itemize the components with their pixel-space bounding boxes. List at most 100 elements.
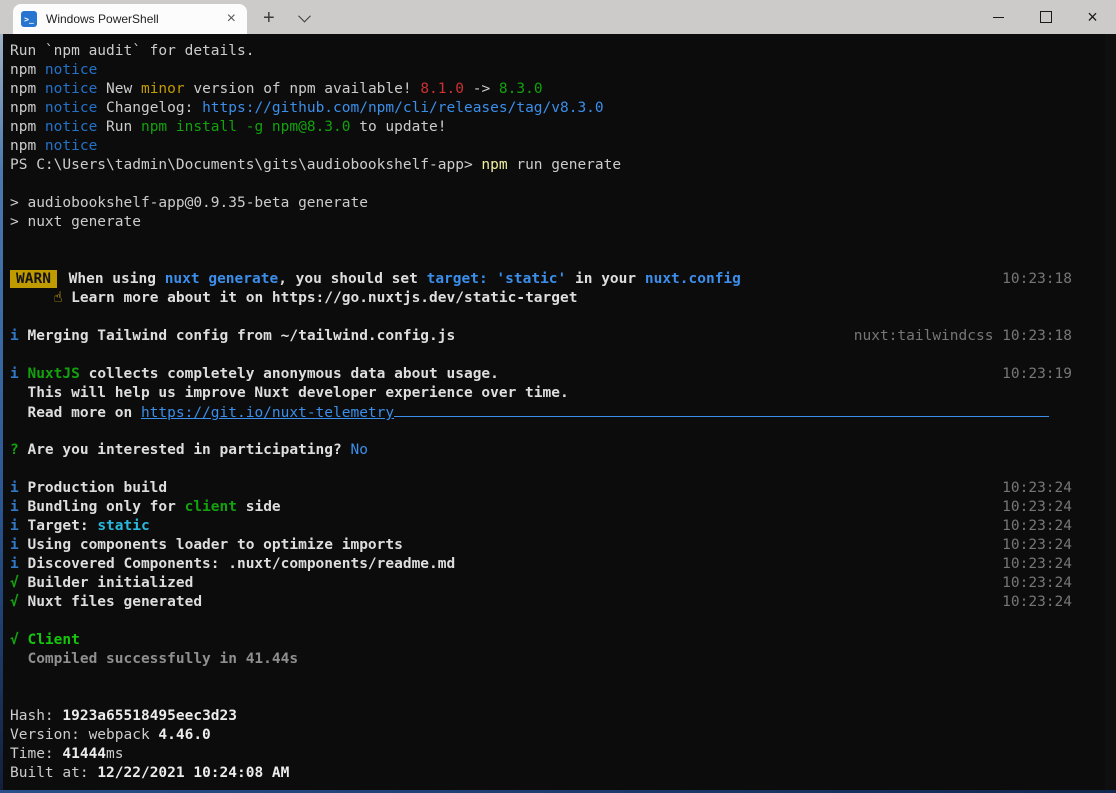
terminal-line [10, 612, 1116, 631]
terminal-line: Read more on https://git.io/nuxt-telemet… [10, 403, 1116, 422]
terminal-line: npm notice Run npm install -g npm@8.3.0 … [10, 118, 1116, 137]
terminal-text: Nuxt files generated [19, 594, 202, 610]
terminal-text: to update! [350, 119, 446, 135]
terminal-text: 8.1.0 [420, 81, 464, 97]
terminal-text: i [10, 328, 19, 344]
terminal-line [10, 308, 1116, 327]
terminal-text: npm [10, 100, 45, 116]
terminal-text: npm [481, 157, 507, 173]
terminal-text: in your [566, 271, 645, 287]
terminal-line [10, 460, 1116, 479]
terminal-text: Run `npm audit` for details. [10, 43, 254, 59]
terminal-text [394, 403, 1049, 417]
minimize-button[interactable] [975, 0, 1022, 34]
terminal-link[interactable]: https://git.io/nuxt-telemetry [141, 405, 394, 421]
maximize-icon [1040, 11, 1052, 23]
terminal-text: npm [10, 62, 45, 78]
terminal-line: Built at: 12/22/2021 10:24:08 AM [10, 764, 1116, 783]
terminal-timestamp: 10:23:18 [1002, 270, 1072, 289]
terminal-line: i Discovered Components: .nuxt/component… [10, 555, 1116, 574]
terminal-text: NuxtJS [27, 366, 79, 382]
terminal-text: i [10, 366, 19, 382]
maximize-button[interactable] [1022, 0, 1069, 34]
terminal-text: npm [10, 81, 45, 97]
scrollbar[interactable] [1105, 34, 1116, 790]
terminal-line: ? Are you interested in participating? N… [10, 441, 1116, 460]
tab-windows-powershell[interactable]: >_ Windows PowerShell × [13, 4, 247, 34]
terminal-line: Version: webpack 4.46.0 [10, 726, 1116, 745]
terminal-link[interactable]: No [350, 442, 367, 458]
terminal-line: PS C:\Users\tadmin\Documents\gits\audiob… [10, 156, 1116, 175]
terminal-text: Merging Tailwind config from ~/tailwind.… [19, 328, 456, 344]
terminal-text: Bundling only for [19, 499, 185, 515]
terminal-text: When using [60, 271, 165, 287]
terminal-line: i Using components loader to optimize im… [10, 536, 1116, 555]
terminal-line: npm notice Changelog: https://github.com… [10, 99, 1116, 118]
terminal-text: target: 'static' [427, 271, 567, 287]
chevron-down-icon [298, 9, 311, 22]
terminal-text: Client [27, 632, 79, 648]
terminal-text: 1923a65518495eec3d23 [62, 708, 237, 724]
terminal-text: > audiobookshelf-app@0.9.35-beta generat… [10, 195, 368, 211]
terminal-line [10, 346, 1116, 365]
terminal-text: Run [97, 119, 141, 135]
terminal-timestamp: nuxt:tailwindcss 10:23:18 [854, 327, 1072, 346]
terminal-line [10, 422, 1116, 441]
terminal-text: run generate [508, 157, 622, 173]
terminal-timestamp: 10:23:24 [1002, 479, 1072, 498]
terminal-text: Changelog: [97, 100, 202, 116]
terminal-text: nuxt generate [165, 271, 279, 287]
terminal-text: Learn more about it on https://go.nuxtjs… [62, 290, 577, 306]
close-button[interactable]: × [1069, 0, 1116, 34]
terminal-text: static [97, 518, 149, 534]
terminal-text: Discovered Components: .nuxt/components/… [19, 556, 456, 572]
tab-close-icon[interactable]: × [224, 11, 239, 27]
terminal-line [10, 175, 1116, 194]
terminal-line: > audiobookshelf-app@0.9.35-beta generat… [10, 194, 1116, 213]
terminal-line [10, 232, 1116, 251]
terminal-text: √ [10, 632, 19, 648]
terminal-timestamp: 10:23:24 [1002, 555, 1072, 574]
terminal-line: i NuxtJS collects completely anonymous d… [10, 365, 1116, 384]
terminal-text: -> [464, 81, 499, 97]
close-icon: × [1087, 8, 1098, 26]
terminal-line: WARN When using nuxt generate, you shoul… [10, 270, 1116, 289]
terminal-text: Version: webpack [10, 727, 158, 743]
terminal-output[interactable]: Run `npm audit` for details.npm noticenp… [0, 34, 1116, 793]
terminal-text: notice [45, 62, 97, 78]
terminal-text: Are you interested in participating? [19, 442, 351, 458]
terminal-text: i [10, 537, 19, 553]
terminal-line: √ Builder initialized10:23:24 [10, 574, 1116, 593]
terminal-text: notice [45, 81, 97, 97]
terminal-line [10, 251, 1116, 270]
terminal-text: ms [106, 746, 123, 762]
powershell-icon: >_ [21, 11, 37, 27]
terminal-line: npm notice [10, 61, 1116, 80]
terminal-window: >_ Windows PowerShell × + × Run `npm aud… [0, 0, 1116, 793]
tab-dropdown-button[interactable] [297, 9, 313, 25]
terminal-line: √ Nuxt files generated10:23:24 [10, 593, 1116, 612]
terminal-text: notice [45, 138, 97, 154]
terminal-line: i Production build10:23:24 [10, 479, 1116, 498]
terminal-line: i Merging Tailwind config from ~/tailwin… [10, 327, 1116, 346]
terminal-line: ☝ Learn more about it on https://go.nuxt… [10, 289, 1116, 308]
terminal-text: WARN [10, 270, 57, 288]
terminal-text [10, 290, 54, 306]
terminal-text: > nuxt generate [10, 214, 141, 230]
terminal-text: Compiled successfully in 41.44s [10, 651, 298, 667]
terminal-text: , you should set [278, 271, 426, 287]
terminal-line: > nuxt generate [10, 213, 1116, 232]
terminal-text: √ [10, 594, 19, 610]
new-tab-button[interactable]: + [263, 3, 275, 33]
tab-title: Windows PowerShell [46, 12, 224, 26]
terminal-line: Time: 41444ms [10, 745, 1116, 764]
terminal-text: 8.3.0 [499, 81, 543, 97]
desktop-edge-left [0, 34, 3, 793]
terminal-link[interactable]: https://github.com/npm/cli/releases/tag/… [202, 100, 604, 116]
terminal-line: Compiled successfully in 41.44s [10, 650, 1116, 669]
terminal-text: Using components loader to optimize impo… [19, 537, 403, 553]
terminal-timestamp: 10:23:24 [1002, 536, 1072, 555]
terminal-text: i [10, 480, 19, 496]
terminal-text: 41444 [62, 746, 106, 762]
terminal-text: side [237, 499, 281, 515]
